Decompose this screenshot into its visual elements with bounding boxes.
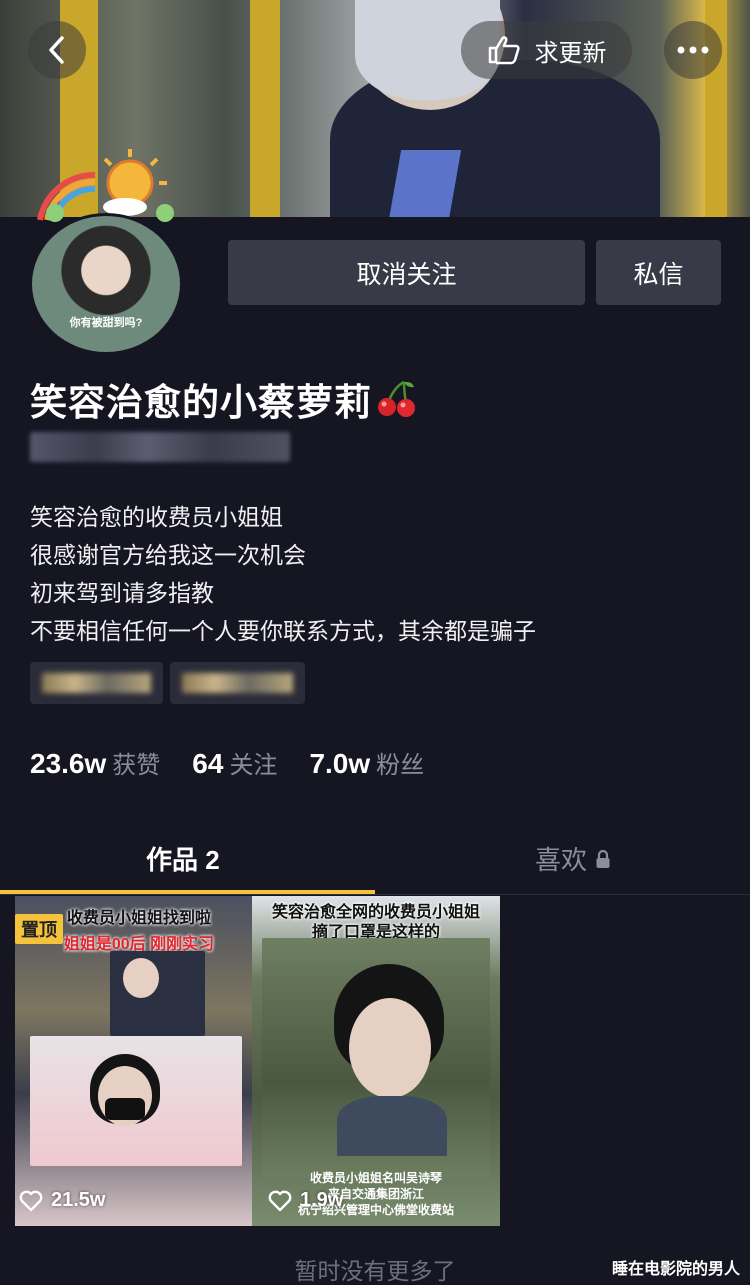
banner-pole <box>250 0 280 217</box>
video-likes-count: 21.5w <box>51 1189 106 1211</box>
video-caption: 收费员小姐姐名叫吴诗琴 <box>309 1171 442 1185</box>
tab-works[interactable]: 作品 2 <box>146 840 220 877</box>
message-button[interactable]: 私信 <box>596 240 721 305</box>
avatar[interactable]: 你有被甜到吗? <box>29 213 183 355</box>
tab-likes-label: 喜欢 <box>535 845 588 875</box>
avatar-caption: 你有被甜到吗? <box>69 317 143 329</box>
video-photo <box>110 951 205 1036</box>
pinned-badge: 置顶 <box>15 914 63 944</box>
likes-count[interactable]: 23.6w <box>30 748 106 780</box>
video-likes: 21.5w <box>19 1189 105 1212</box>
profile-tag-blurred[interactable] <box>30 662 163 704</box>
following-label[interactable]: 关注 <box>229 745 277 780</box>
request-update-label: 求更新 <box>534 39 607 67</box>
bio-line: 不要相信任何一个人要你联系方式，其余都是骗子 <box>30 618 536 644</box>
profile-stats: 23.6w 获赞 64 关注 7.0w 粉丝 <box>30 745 456 780</box>
video-thumbnail[interactable]: 笑容治愈全网的收费员小姐姐 摘了口罩是这样的 收费员小姐姐名叫吴诗琴 来自交通集… <box>252 896 500 1226</box>
message-label: 私信 <box>633 260 684 289</box>
tab-divider <box>0 894 750 895</box>
request-update-button[interactable]: 求更新 <box>461 21 632 79</box>
profile-name: 笑容治愈的小蔡萝莉 <box>30 372 418 426</box>
chevron-left-icon <box>49 36 64 64</box>
tab-likes[interactable]: 喜欢 <box>535 840 611 877</box>
profile-tag-blurred[interactable] <box>170 662 305 704</box>
pointing-hand-icon <box>488 36 520 65</box>
profile-bio: 笑容治愈的收费员小姐姐 很感谢官方给我这一次机会 初来驾到请多指教 不要相信任何… <box>30 498 536 650</box>
following-count[interactable]: 64 <box>192 748 223 780</box>
video-thumbnail[interactable]: 收费员小姐姐找到啦 姐姐是00后 刚刚实习 置顶 21.5w <box>15 896 263 1226</box>
tag-blur <box>182 673 293 693</box>
bio-line: 很感谢官方给我这一次机会 <box>30 542 306 568</box>
tag-blur <box>42 673 151 693</box>
heart-icon <box>268 1190 292 1211</box>
followers-count[interactable]: 7.0w <box>309 748 370 780</box>
unfollow-button[interactable]: 取消关注 <box>228 240 585 305</box>
video-photo-mask <box>105 1098 145 1120</box>
heart-icon <box>19 1190 43 1211</box>
avatar-container[interactable]: 你有被甜到吗? <box>25 205 187 355</box>
video-photo-clothes <box>337 1096 447 1156</box>
video-photo-face <box>123 958 159 998</box>
banner-tie <box>388 150 462 217</box>
profile-name-text: 笑容治愈的小蔡萝莉 <box>30 382 372 423</box>
likes-label[interactable]: 获赞 <box>112 745 160 780</box>
video-likes-count: 1.9w <box>300 1189 344 1211</box>
bio-line: 初来驾到请多指教 <box>30 580 214 606</box>
video-likes: 1.9w <box>268 1189 343 1212</box>
followers-label[interactable]: 粉丝 <box>376 745 424 780</box>
watermark: 睡在电影院的男人 <box>611 1261 740 1278</box>
back-button[interactable] <box>28 21 86 79</box>
bio-line: 笑容治愈的收费员小姐姐 <box>30 504 283 530</box>
more-button[interactable] <box>664 21 722 79</box>
douyin-id-blurred <box>30 432 290 462</box>
lock-icon <box>596 849 610 868</box>
cherry-icon <box>378 380 415 417</box>
unfollow-label: 取消关注 <box>356 260 457 289</box>
more-dots-icon <box>677 46 709 54</box>
video-photo-face <box>349 998 431 1098</box>
